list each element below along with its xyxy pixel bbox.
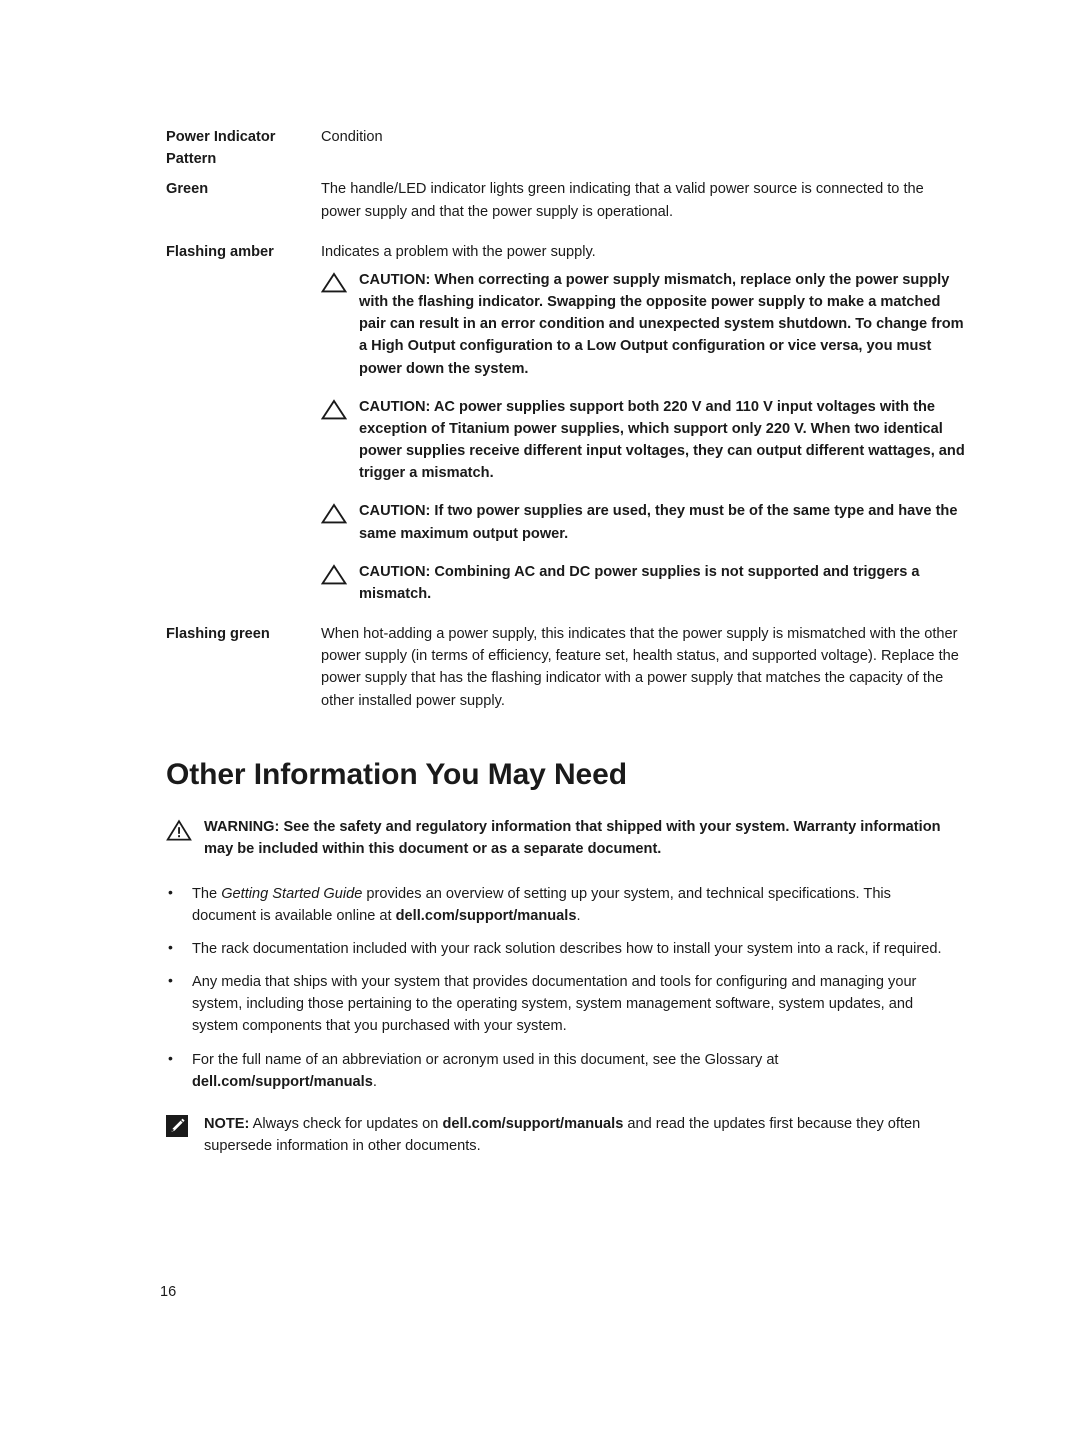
indicator-condition-green: The handle/LED indicator lights green in… <box>321 181 924 220</box>
column-header-condition: Condition <box>321 129 383 145</box>
caution-text-ac-dc: CAUTION: Combining AC and DC power suppl… <box>359 563 920 602</box>
caution-block-mismatch: CAUTION: When correcting a power supply … <box>320 269 966 380</box>
indicator-condition-flashing-amber: Indicates a problem with the power suppl… <box>320 241 966 623</box>
table-row-flashing-green: Flashing green When hot-adding a power s… <box>166 623 966 730</box>
caution-text-same-type: CAUTION: If two power supplies are used,… <box>359 503 958 542</box>
warning-triangle-exclamation-icon <box>166 816 192 842</box>
power-indicator-table: Power Indicator Pattern Condition Green … <box>166 126 966 730</box>
bullet-glyph: • <box>168 883 173 900</box>
caution-triangle-icon <box>320 561 348 585</box>
list-item: • The rack documentation included with y… <box>166 938 956 960</box>
indicator-label-flashing-amber: Flashing amber <box>166 243 274 260</box>
other-information-list: • The Getting Started Guide provides an … <box>166 883 966 1093</box>
list-item-text: The Getting Started Guide provides an ov… <box>192 885 891 924</box>
bullet-glyph: • <box>168 938 173 955</box>
list-item: • The Getting Started Guide provides an … <box>166 883 956 927</box>
note-text: NOTE: Always check for updates on dell.c… <box>204 1116 921 1155</box>
table-row-flashing-amber: Flashing amber Indicates a problem with … <box>166 241 966 623</box>
caution-block-ac-dc: CAUTION: Combining AC and DC power suppl… <box>320 561 966 605</box>
caution-triangle-icon <box>320 500 348 524</box>
list-item-text: For the full name of an abbreviation or … <box>192 1051 779 1090</box>
note-pencil-icon <box>166 1115 188 1137</box>
table-header-row: Power Indicator Pattern Condition <box>166 126 966 178</box>
column-header-pattern: Power Indicator Pattern <box>166 129 276 168</box>
list-item: • Any media that ships with your system … <box>166 971 956 1038</box>
caution-block-same-type: CAUTION: If two power supplies are used,… <box>320 500 966 544</box>
indicator-label-green: Green <box>166 181 209 198</box>
page-number: 16 <box>160 1284 177 1300</box>
table-row-green: Green The handle/LED indicator lights gr… <box>166 178 966 240</box>
indicator-condition-flashing-amber-text: Indicates a problem with the power suppl… <box>321 243 596 260</box>
caution-list: CAUTION: When correcting a power supply … <box>320 263 966 605</box>
list-item-text: Any media that ships with your system th… <box>192 974 917 1035</box>
list-item: • For the full name of an abbreviation o… <box>166 1049 956 1093</box>
indicator-label-flashing-green: Flashing green <box>166 626 270 643</box>
warning-block: WARNING: See the safety and regulatory i… <box>166 816 966 860</box>
warning-text: WARNING: See the safety and regulatory i… <box>204 819 941 858</box>
caution-text-mismatch: CAUTION: When correcting a power supply … <box>359 271 964 377</box>
list-item-text: The rack documentation included with you… <box>192 940 942 957</box>
document-page: Power Indicator Pattern Condition Green … <box>0 0 1080 1434</box>
indicator-condition-flashing-green: When hot-adding a power supply, this ind… <box>321 626 959 709</box>
bullet-glyph: • <box>168 972 173 989</box>
note-block: NOTE: Always check for updates on dell.c… <box>166 1113 966 1157</box>
page-content: Power Indicator Pattern Condition Green … <box>166 126 966 1157</box>
caution-block-voltage: CAUTION: AC power supplies support both … <box>320 396 966 485</box>
caution-triangle-icon <box>320 269 348 293</box>
bullet-glyph: • <box>168 1049 173 1066</box>
caution-triangle-icon <box>320 396 348 420</box>
caution-text-voltage: CAUTION: AC power supplies support both … <box>359 398 965 482</box>
section-heading-other-information: Other Information You May Need <box>166 757 627 791</box>
